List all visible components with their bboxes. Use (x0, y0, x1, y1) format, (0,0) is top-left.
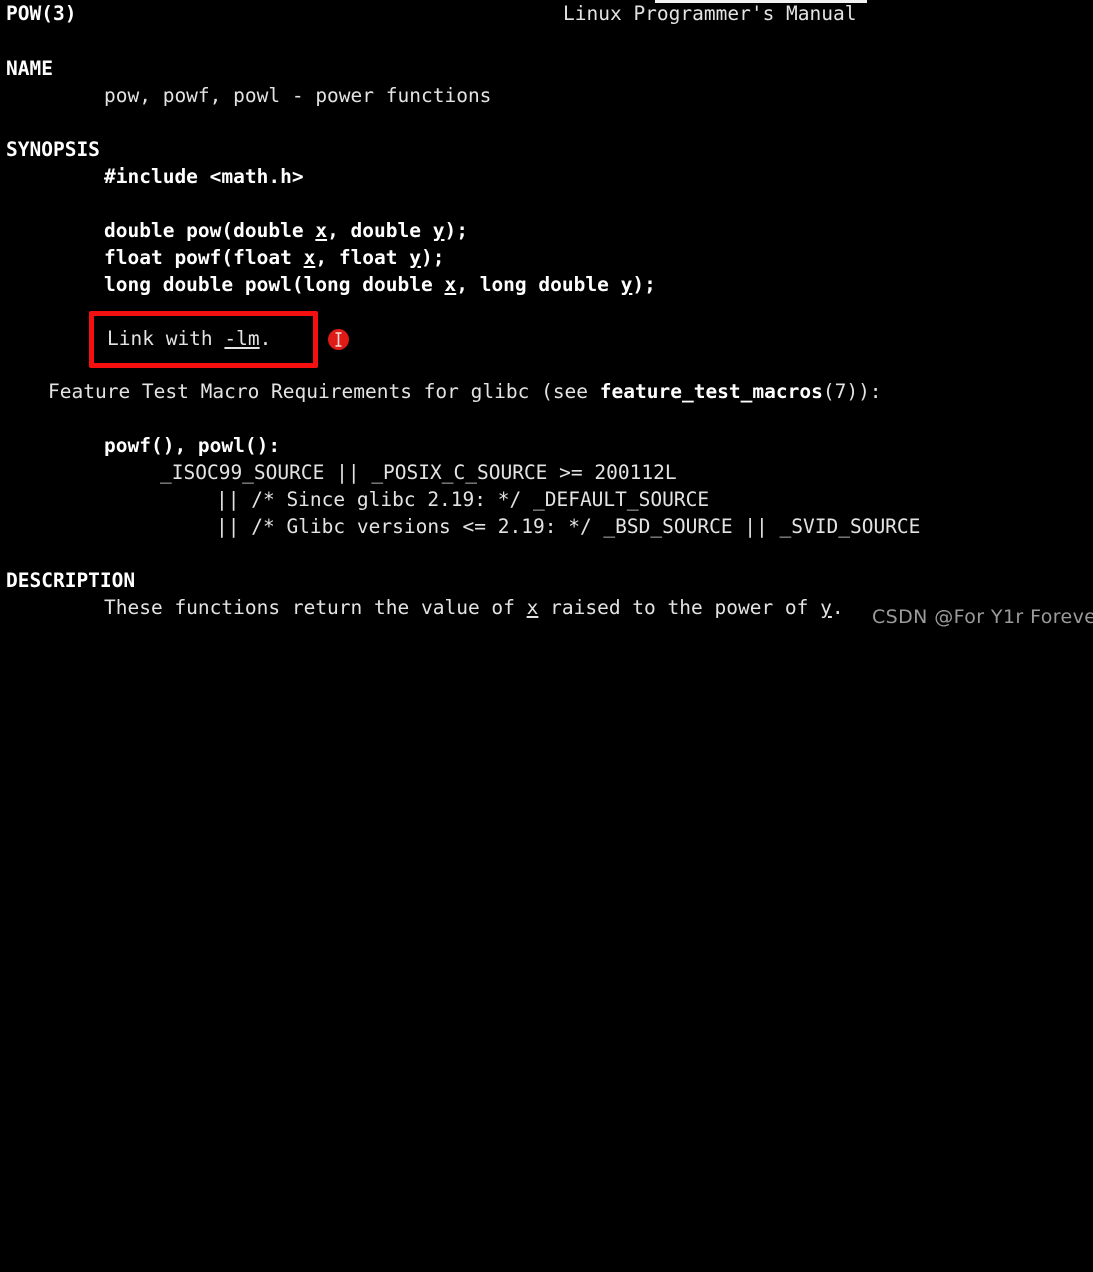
ftm-heading-manref: feature_test_macros (599, 380, 823, 403)
prototype-pow-part2: , double (327, 219, 433, 242)
prototype-pow-param-y: y (432, 219, 445, 242)
description-body-text: These functions return the value of x ra… (104, 597, 844, 619)
description-param-x: x (526, 596, 539, 619)
description-param-y: y (820, 596, 832, 619)
prototype-powl-part2: , long double (456, 273, 621, 296)
ftm-requirement-line-1: _ISOC99_SOURCE || _POSIX_C_SOURCE >= 200… (160, 461, 677, 484)
man-page-header-left: POW(3) (6, 3, 76, 25)
description-part1: These functions return the value of (104, 596, 527, 619)
man-page-header-left-text: POW(3) (6, 2, 77, 25)
prototype-powf-part1: float powf(float (104, 246, 304, 269)
prototype-powl-part1: long double powl(long double (104, 273, 445, 296)
prototype-powf-param-y: y (409, 246, 422, 269)
prototype-powl-part3: ); (632, 273, 656, 296)
prototype-powf-part2: , float (315, 246, 410, 269)
feature-test-macro-heading: Feature Test Macro Requirements for glib… (48, 381, 882, 403)
prototype-powf-param-x: x (303, 246, 316, 269)
name-body-text: pow, powf, powl - power functions (104, 84, 492, 107)
prototype-powl-param-y: y (620, 273, 633, 296)
prototype-pow: double pow(double x, double y); (104, 220, 468, 242)
section-heading-synopsis: SYNOPSIS (6, 138, 100, 161)
prototype-powf-part3: ); (421, 246, 445, 269)
include-line: #include <math.h> (104, 165, 304, 188)
description-part3: . (831, 596, 844, 619)
section-heading-description: DESCRIPTION (6, 569, 136, 592)
section-heading-name: NAME (6, 57, 53, 80)
man-page-header-title: Linux Programmer's Manual (563, 3, 857, 25)
ftm-requirement-line-2: || /* Since glibc 2.19: */ _DEFAULT_SOUR… (216, 488, 710, 511)
text-cursor-badge (328, 329, 349, 350)
ftm-functions-label: powf(), powl(): (104, 434, 281, 457)
prototype-powl-param-x: x (444, 273, 457, 296)
csdn-watermark: CSDN @For Y1r Forever (872, 606, 1093, 628)
prototype-pow-param-x: x (315, 219, 328, 242)
prototype-powl: long double powl(long double x, long dou… (104, 274, 656, 296)
ftm-requirement-line-3: || /* Glibc versions <= 2.19: */ _BSD_SO… (216, 515, 921, 538)
ftm-heading-part2: (7)): (822, 380, 882, 403)
prototype-pow-part1: double pow(double (104, 219, 316, 242)
ftm-heading-part1: Feature Test Macro Requirements for glib… (48, 380, 600, 403)
prototype-powf: float powf(float x, float y); (104, 247, 445, 269)
man-page-header-title-text: Linux Programmer's Manual (563, 2, 857, 25)
text-cursor-icon (335, 332, 342, 347)
annotation-highlight-box (89, 311, 318, 368)
man-page-terminal[interactable]: POW(3) Linux Programmer's Manual NAME po… (0, 0, 1093, 636)
description-part2: raised to the power of (538, 596, 821, 619)
prototype-pow-part3: ); (444, 219, 468, 242)
